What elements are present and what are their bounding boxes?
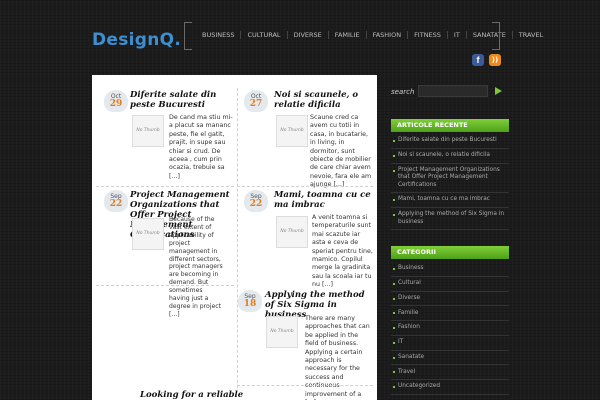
site-logo[interactable]: DesignQ. xyxy=(92,30,181,50)
post-day: 29 xyxy=(109,99,123,109)
nav-item-fashion[interactable]: FASHION xyxy=(365,31,408,39)
category-link[interactable]: Travel xyxy=(391,365,509,381)
post-date-badge: Oct 27 xyxy=(244,90,268,112)
nav-bracket-left xyxy=(184,22,192,50)
post-card: Sep 22 Mami, toamna cu ce ma imbrac No T… xyxy=(244,190,374,290)
category-link[interactable]: Diverse xyxy=(391,292,509,307)
post-date-badge: Sep 22 xyxy=(104,190,128,212)
post-card: Oct 27 Noi si scaunele, o relatie difici… xyxy=(244,90,374,190)
column-divider xyxy=(237,88,238,388)
recent-posts-list: Diferite salate din peste Bucuresti Noi … xyxy=(391,134,509,231)
post-card: Looking for a reliable xyxy=(116,390,243,400)
recent-post-link[interactable]: Applying the method of Six Sigma in busi… xyxy=(391,208,509,231)
search-label: search xyxy=(391,88,415,96)
nav-item-business[interactable]: BUSINESS xyxy=(196,31,240,39)
post-excerpt: De cand ma stiu mi-a placut sa mananc pe… xyxy=(169,114,233,180)
post-divider xyxy=(96,285,234,286)
post-card: Oct 29 Diferite salate din peste Bucures… xyxy=(104,90,234,190)
post-title[interactable]: Diferite salate din peste Bucuresti xyxy=(130,90,234,110)
widget-title-recent: ARTICOLE RECENTE xyxy=(391,119,509,132)
post-divider xyxy=(96,186,234,187)
post-divider xyxy=(237,385,373,386)
category-link[interactable]: IT xyxy=(391,336,509,351)
category-link[interactable]: Familie xyxy=(391,306,509,322)
post-day: 22 xyxy=(109,199,123,209)
post-title[interactable]: Looking for a reliable xyxy=(140,390,250,400)
posts-area: Oct 29 Diferite salate din peste Bucures… xyxy=(92,75,377,400)
category-link[interactable]: Cultural xyxy=(391,277,509,292)
nav-bracket-right xyxy=(492,22,500,50)
post-card: Sep 18 Applying the method of Six Sigma … xyxy=(238,290,372,400)
post-divider xyxy=(237,186,373,187)
nav-item-diverse[interactable]: DIVERSE xyxy=(286,31,328,39)
search-arrow-icon[interactable] xyxy=(495,87,502,95)
post-excerpt: A venit toamna si temperaturile sunt mai… xyxy=(312,214,373,289)
post-date-badge: Sep 22 xyxy=(244,190,268,212)
facebook-icon[interactable]: f xyxy=(472,54,484,66)
post-day: 27 xyxy=(249,99,263,109)
category-link[interactable]: Sanatate xyxy=(391,351,509,366)
post-title[interactable]: Noi si scaunele, o relatie dificila xyxy=(274,90,374,110)
search-input[interactable] xyxy=(418,85,488,97)
nav-item-cultural[interactable]: CULTURAL xyxy=(240,31,286,39)
recent-post-link[interactable]: Diferite salate din peste Bucuresti xyxy=(391,134,509,149)
post-excerpt: There are many approaches that can be ap… xyxy=(305,315,370,400)
recent-post-link[interactable]: Noi si scaunele, o relatie dificila xyxy=(391,149,509,164)
post-card: Sep 22 Project Management Organizations … xyxy=(104,190,234,318)
nav-item-it[interactable]: IT xyxy=(446,31,466,39)
post-date-badge: Oct 29 xyxy=(104,90,128,112)
categories-list: Business Cultural Diverse Familie Fashio… xyxy=(391,262,509,396)
category-link[interactable]: Fashion xyxy=(391,321,509,336)
nav-item-sanatate[interactable]: SANATATE xyxy=(465,31,512,39)
post-thumbnail[interactable]: No Thumb xyxy=(276,216,308,248)
post-title[interactable]: Mami, toamna cu ce ma imbrac xyxy=(274,190,374,210)
category-link[interactable]: Uncategorized xyxy=(391,380,509,396)
nav-item-travel[interactable]: TRAVEL xyxy=(511,31,549,39)
recent-post-link[interactable]: Mami, toamna cu ce ma imbrac xyxy=(391,193,509,208)
post-day: 22 xyxy=(249,199,263,209)
post-excerpt: Because of the vast extent of applicabil… xyxy=(169,216,223,318)
widget-title-categories: CATEGORII xyxy=(391,246,509,259)
post-thumbnail[interactable]: No Thumb xyxy=(132,115,164,147)
post-day: 18 xyxy=(243,299,257,309)
category-link[interactable]: Business xyxy=(391,262,509,277)
post-excerpt: Scaune cred ca avem cu totii in casa, in… xyxy=(310,114,372,189)
post-date-badge: Sep 18 xyxy=(238,290,262,312)
nav-item-familie[interactable]: FAMILIE xyxy=(327,31,366,39)
recent-post-link[interactable]: Project Management Organizations that Of… xyxy=(391,164,509,194)
rss-icon[interactable]: )) xyxy=(489,54,501,66)
nav-item-fitness[interactable]: FITNESS xyxy=(407,31,447,39)
